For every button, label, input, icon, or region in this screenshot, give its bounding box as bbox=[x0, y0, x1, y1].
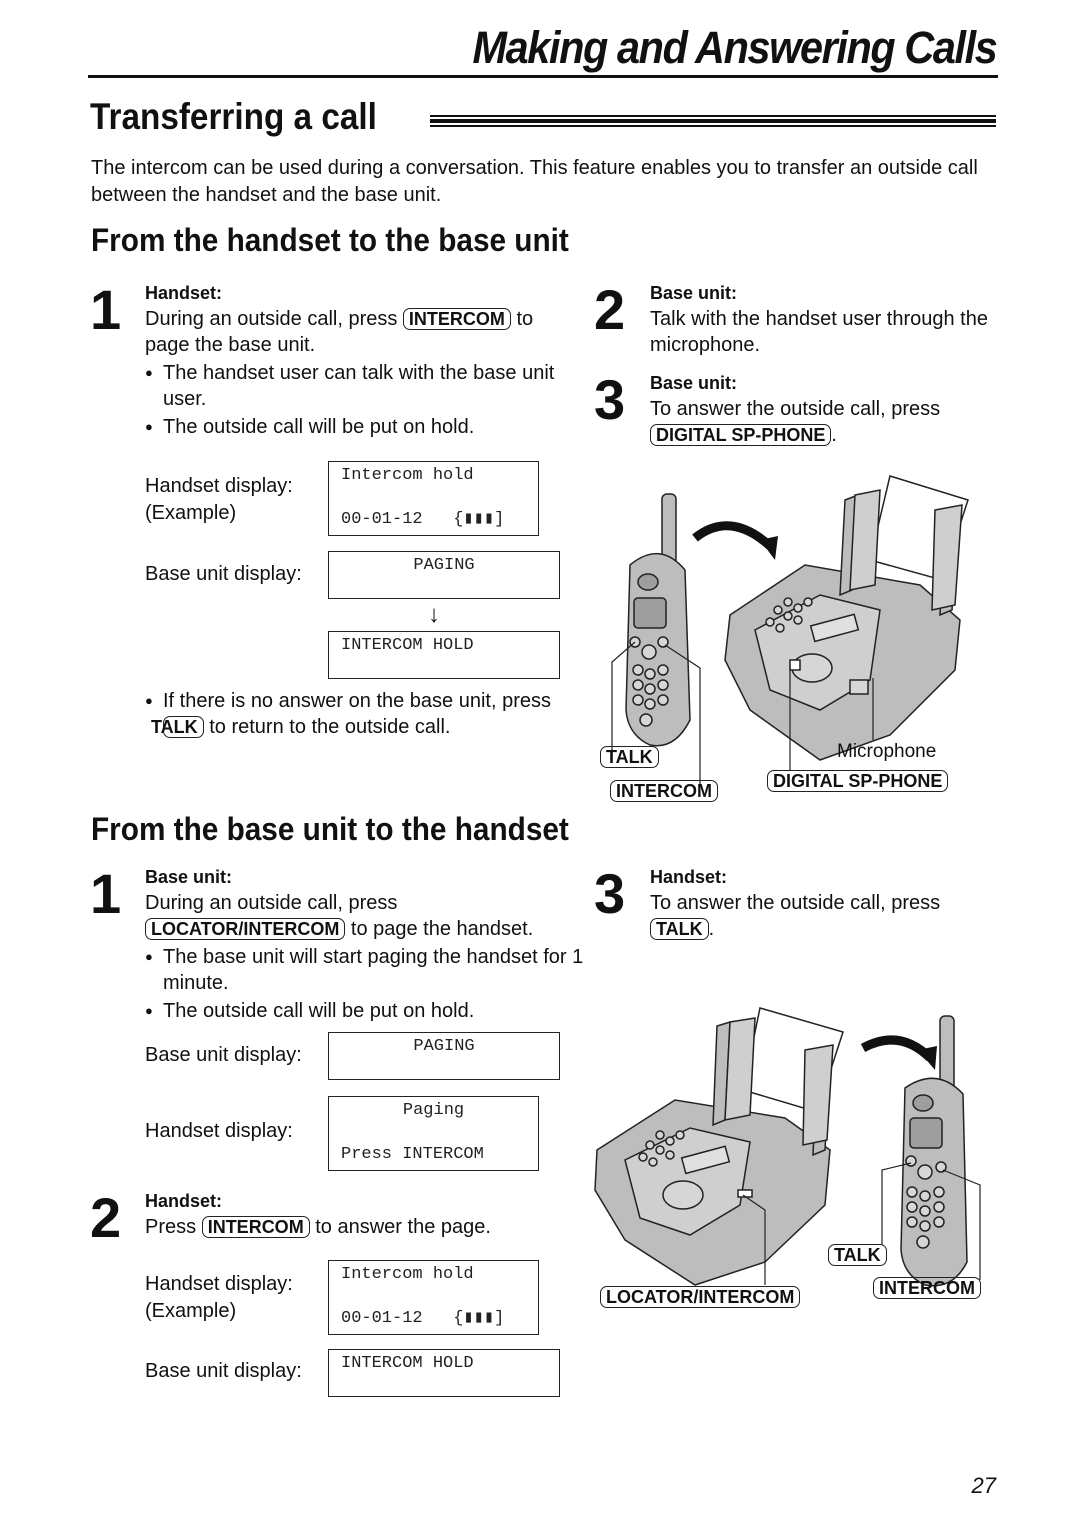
step-1-content: Base unit: During an outside call, press… bbox=[145, 867, 585, 1024]
intercom-key: INTERCOM bbox=[402, 308, 511, 330]
handset-display-label: Handset display: bbox=[145, 475, 293, 497]
lcd-line-1: PAGING bbox=[413, 1037, 475, 1056]
subsection-title-base-to-handset: From the base unit to the handset bbox=[91, 811, 569, 847]
step-text: Talk with the handset user through the m… bbox=[650, 308, 988, 356]
step-heading: Base unit: bbox=[145, 867, 233, 887]
base-lcd: INTERCOM HOLD bbox=[328, 631, 560, 679]
handset-lcd: Paging Press INTERCOM bbox=[328, 1096, 539, 1171]
intercom-key-label: INTERCOM bbox=[610, 780, 718, 802]
transfer-arrow-icon bbox=[692, 521, 774, 550]
step-heading: Handset: bbox=[145, 1191, 223, 1211]
handset-display-label: Handset display: bbox=[145, 1273, 293, 1295]
step-text: To answer the outside call, press bbox=[650, 892, 941, 914]
handset-lcd: Intercom hold 00-01-12 {▮▮▮] bbox=[328, 461, 539, 536]
base-to-handset-illustration bbox=[594, 1007, 981, 1287]
digital-sp-phone-button bbox=[789, 659, 801, 671]
step-number: 3 bbox=[594, 862, 626, 925]
bullet-item: The outside call will be put on hold. bbox=[145, 414, 575, 440]
example-label: (Example) bbox=[145, 502, 237, 524]
intro-paragraph: The intercom can be used during a conver… bbox=[91, 157, 978, 206]
base-display-label: Base unit display: bbox=[145, 1360, 302, 1382]
base-display-label: Base unit display: bbox=[145, 563, 302, 585]
lcd-line-2: 00-01-12 {▮▮▮] bbox=[341, 510, 505, 529]
section-rule-decoration bbox=[430, 115, 996, 131]
bullet-item: The base unit will start paging the hand… bbox=[145, 944, 585, 996]
base-lcd: PAGING bbox=[328, 1032, 560, 1080]
note-bullet: If there is no answer on the base unit, … bbox=[145, 688, 593, 740]
base-display-label: Base unit display: bbox=[145, 1044, 302, 1066]
arrow-down-icon: ↓ bbox=[428, 601, 440, 628]
example-label: (Example) bbox=[145, 1300, 237, 1322]
step-2-content: Base unit: Talk with the handset user th… bbox=[650, 283, 990, 358]
lcd-line-2: 00-01-12 {▮▮▮] bbox=[341, 1309, 505, 1328]
talk-key: TALK bbox=[650, 918, 709, 940]
locator-intercom-key-label: LOCATOR/INTERCOM bbox=[600, 1286, 801, 1308]
step-3-content: Handset: To answer the outside call, pre… bbox=[650, 867, 990, 942]
lcd-line-1: PAGING bbox=[413, 556, 475, 575]
step-text: During an outside call, press bbox=[145, 308, 398, 330]
handset-display-label: Handset display: bbox=[145, 1120, 293, 1142]
step-number: 1 bbox=[90, 862, 122, 925]
lcd-line-1: INTERCOM HOLD bbox=[341, 1354, 474, 1373]
step-text: During an outside call, press bbox=[145, 892, 398, 914]
bullet-item: The handset user can talk with the base … bbox=[145, 360, 575, 412]
talk-key-label: TALK bbox=[600, 746, 659, 768]
step-heading: Handset: bbox=[145, 283, 223, 303]
lcd-line-1: Paging bbox=[402, 1101, 465, 1120]
step-number: 3 bbox=[594, 368, 626, 431]
step-number: 2 bbox=[90, 1186, 122, 1249]
battery-icon: {▮▮▮] bbox=[453, 1309, 505, 1328]
step-heading: Handset: bbox=[650, 867, 728, 887]
locator-intercom-key: LOCATOR/INTERCOM bbox=[145, 918, 346, 940]
section-title: Transferring a call bbox=[90, 96, 377, 137]
talk-key: TALK bbox=[151, 716, 204, 738]
chapter-rule bbox=[88, 75, 998, 78]
intercom-key-label: INTERCOM bbox=[873, 1277, 981, 1299]
step-text: To answer the outside call, press bbox=[650, 398, 941, 420]
base-lcd: INTERCOM HOLD bbox=[328, 1349, 560, 1397]
lcd-line-1: INTERCOM HOLD bbox=[341, 636, 474, 655]
lcd-line-2: Press INTERCOM bbox=[341, 1145, 484, 1164]
handset-lcd: Intercom hold 00-01-12 {▮▮▮] bbox=[328, 1260, 539, 1335]
lcd-line-1: Intercom hold bbox=[341, 466, 474, 485]
transfer-arrow-icon bbox=[860, 1035, 934, 1062]
bullet-item: The outside call will be put on hold. bbox=[145, 998, 585, 1024]
step-1-content: Handset: During an outside call, press I… bbox=[145, 283, 575, 440]
battery-icon: {▮▮▮] bbox=[453, 510, 505, 529]
talk-key-label: TALK bbox=[828, 1244, 887, 1266]
digital-sp-phone-key: DIGITAL SP-PHONE bbox=[650, 424, 832, 446]
step-number: 1 bbox=[90, 278, 122, 341]
microphone-label: Microphone bbox=[837, 741, 937, 762]
digital-sp-phone-key-label: DIGITAL SP-PHONE bbox=[767, 770, 949, 792]
step-heading: Base unit: bbox=[650, 373, 738, 393]
step-heading: Base unit: bbox=[650, 283, 738, 303]
page-number: 27 bbox=[971, 1473, 996, 1498]
subsection-title-handset-to-base: From the handset to the base unit bbox=[91, 222, 569, 258]
chapter-title: Making and Answering Calls bbox=[472, 22, 997, 73]
intercom-key: INTERCOM bbox=[201, 1216, 310, 1238]
step-number: 2 bbox=[594, 278, 626, 341]
step-3-content: Base unit: To answer the outside call, p… bbox=[650, 373, 990, 448]
lcd-line-1: Intercom hold bbox=[341, 1265, 474, 1284]
handset-body bbox=[900, 1077, 968, 1287]
step-2-content: Handset: Press INTERCOM to answer the pa… bbox=[145, 1191, 585, 1240]
base-lcd: PAGING bbox=[328, 551, 560, 599]
